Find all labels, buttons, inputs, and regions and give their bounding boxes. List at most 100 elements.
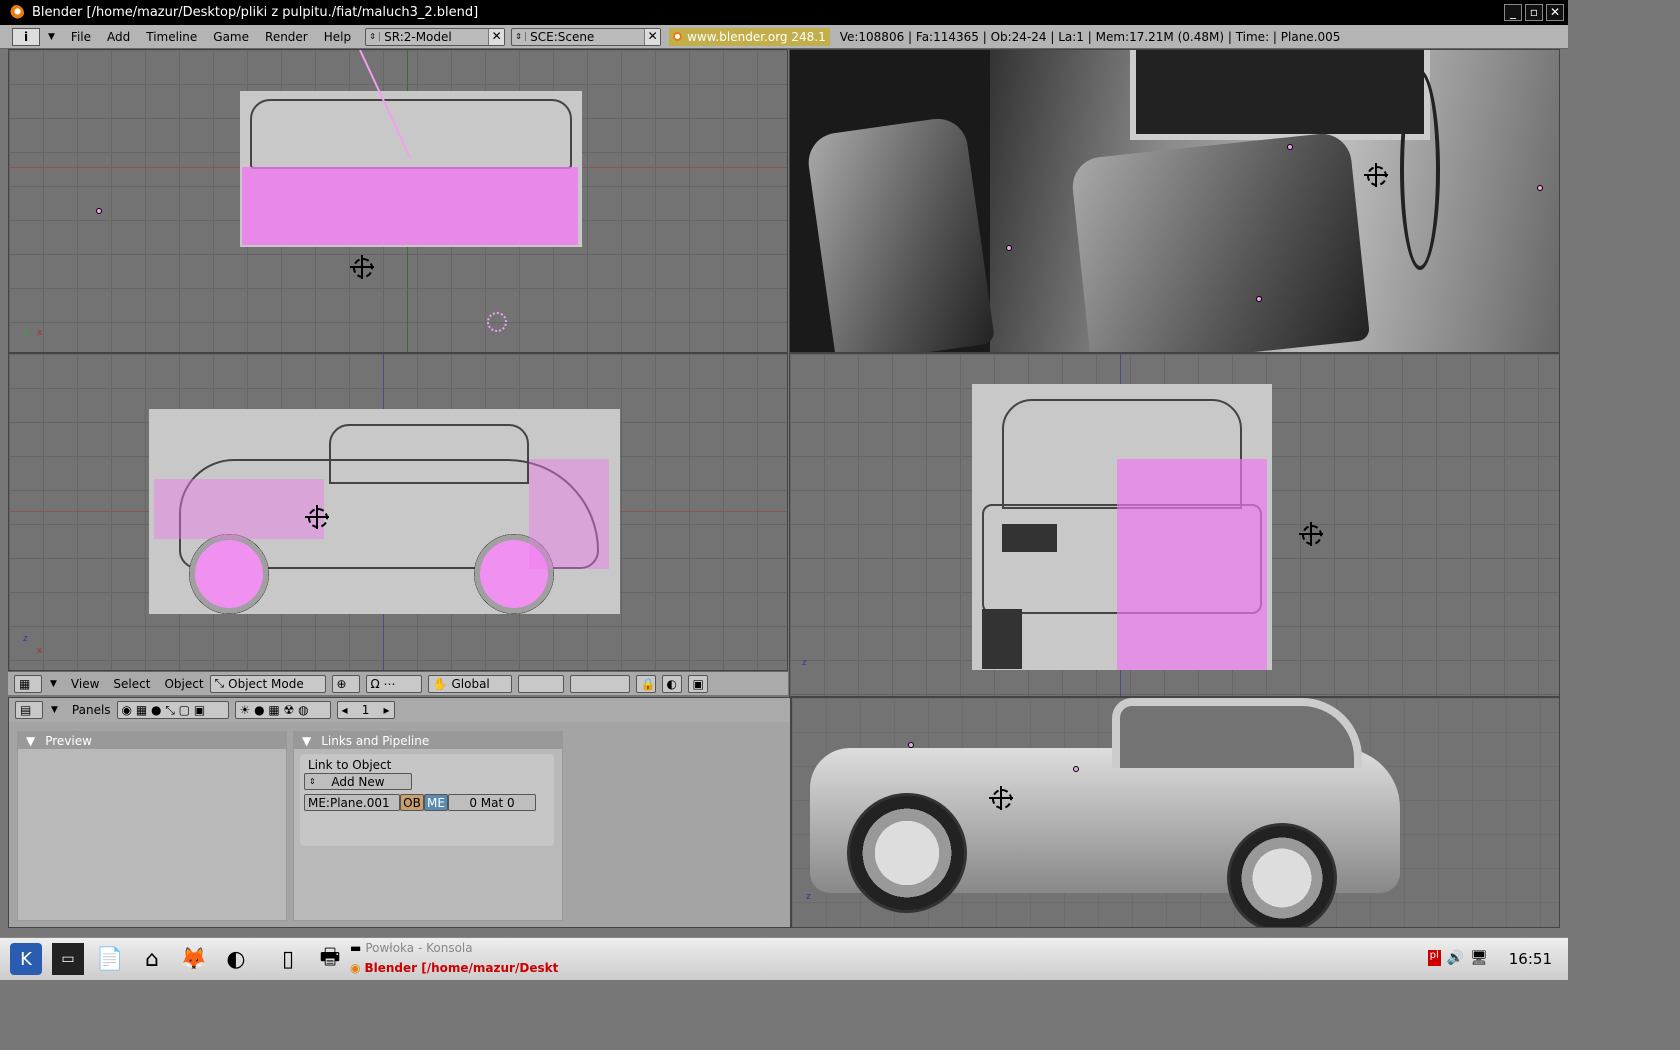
hand-icon: ✋ — [432, 676, 448, 691]
left-arrow-icon[interactable]: ◂ — [342, 703, 348, 717]
car-wheel-front — [847, 793, 967, 913]
preview-title: Preview — [45, 733, 92, 748]
menu-help[interactable]: Help — [324, 30, 351, 44]
menu-view[interactable]: View — [71, 677, 99, 691]
delete-screen-button[interactable]: ✕ — [488, 28, 505, 45]
kde-menu-icon[interactable]: K — [10, 943, 42, 975]
terminal-small-icon: ▬ — [350, 941, 362, 955]
updown-icon: ⇕ — [512, 32, 527, 41]
camera-icon[interactable]: ▣ — [687, 674, 708, 693]
browser-icon[interactable]: ◐ — [220, 943, 252, 975]
frame-field[interactable]: ◂ 1 ▸ — [336, 701, 395, 719]
3d-cursor-icon — [1299, 522, 1323, 546]
car-wheel-rear — [1227, 823, 1337, 927]
right-arrow-icon[interactable]: ▸ — [384, 703, 390, 717]
keyboard-layout-indicator[interactable]: pl — [1427, 950, 1441, 966]
clock: 16:51 — [1508, 950, 1552, 968]
render-icon[interactable]: ◐ — [661, 674, 682, 693]
car-blueprint-front — [972, 384, 1272, 670]
blender-logo-icon — [673, 32, 683, 41]
screen-selector[interactable]: ⇕ SR:2-Model ✕ — [365, 27, 506, 46]
mode-selector[interactable]: ⤡ Object Mode — [209, 674, 326, 693]
panels-menu[interactable]: Panels — [72, 703, 111, 717]
editor-type-button[interactable]: ▦ — [14, 674, 42, 693]
link-to-object-label: Link to Object — [308, 758, 392, 772]
lamp-icon[interactable] — [487, 312, 507, 332]
axis-y-label: y — [23, 328, 29, 338]
collapse-menu-icon[interactable]: ▼ — [48, 32, 55, 42]
add-new-material-button[interactable]: ⇕ Add New — [304, 773, 412, 790]
gimp-icon[interactable]: 🦊 — [178, 943, 210, 975]
pivot-button[interactable]: ⊕ — [331, 674, 360, 693]
3d-cursor-icon — [350, 255, 374, 279]
display-icon[interactable]: 🖥 — [1470, 950, 1488, 966]
car-blueprint-top — [240, 91, 582, 247]
scene-selector[interactable]: ⇕ SCE:Scene ✕ — [511, 27, 662, 46]
task-blender[interactable]: ◉ Blender [/home/mazur/Deskt — [350, 958, 558, 978]
task-konsola[interactable]: ▬ Powłoka - Konsola — [350, 938, 558, 958]
editor-type-button[interactable]: ▤ — [15, 701, 43, 719]
context-buttons[interactable]: ◉ ▦ ● ⤡ ▢ ▣ — [116, 701, 229, 719]
viewport-top-view[interactable]: y x — [8, 49, 788, 353]
terminal-icon[interactable]: ▭ — [52, 943, 84, 975]
screen-name[interactable]: SR:2-Model — [380, 30, 488, 44]
updown-icon: ⇕ — [309, 777, 316, 786]
3d-cursor-icon — [305, 505, 329, 529]
axis-z-label: z — [802, 658, 807, 668]
viewport-camera-interior[interactable] — [789, 49, 1560, 353]
axis-x-label: x — [37, 328, 43, 338]
collapse-menu-icon[interactable]: ▼ — [51, 705, 58, 715]
blender-logo-icon — [8, 4, 24, 21]
window-title: Blender [/home/mazur/Desktop/pliki z pul… — [32, 5, 479, 20]
menu-select[interactable]: Select — [113, 677, 150, 691]
buttons-window: ▤ ▼ Panels ◉ ▦ ● ⤡ ▢ ▣ ☀ ● ▦ ☢ ◍ ◂ 1 ▸ ▼ Pr… — [8, 697, 791, 928]
3d-cursor-icon — [989, 786, 1013, 810]
viewport-front-view[interactable]: z — [789, 353, 1560, 697]
scene-name[interactable]: SCE:Scene — [526, 30, 644, 44]
menu-game[interactable]: Game — [213, 30, 249, 44]
links-pipeline-panel: ▼ Links and Pipeline Link to Object ⇕ Add … — [293, 731, 563, 921]
editor-type-button[interactable]: i — [12, 27, 40, 46]
menu-file[interactable]: File — [71, 30, 91, 44]
me-link-button[interactable]: ME — [424, 794, 448, 811]
network-icon[interactable]: 🔊 — [1447, 950, 1464, 966]
buttons-header: ▤ ▼ Panels ◉ ▦ ● ⤡ ▢ ▣ ☀ ● ▦ ☢ ◍ ◂ 1 ▸ — [9, 698, 790, 722]
object-mode-icon: ⤡ — [214, 676, 225, 690]
layer-buttons-a[interactable] — [517, 674, 564, 693]
printer-icon[interactable]: 🖶 — [314, 943, 346, 975]
orientation-selector[interactable]: ✋ Global — [427, 674, 512, 693]
desktop-pager-icon[interactable]: ▯ — [272, 943, 304, 975]
collapse-menu-icon[interactable]: ▼ — [50, 679, 57, 689]
3d-cursor-icon — [1364, 163, 1388, 187]
viewport-side-view[interactable]: z x — [8, 353, 788, 671]
blender-website-label: www.blender.org 248.1 — [669, 27, 830, 46]
material-index-field[interactable]: 0 Mat 0 — [448, 794, 536, 811]
axis-z-label: z — [806, 892, 811, 902]
window-titlebar: Blender [/home/mazur/Desktop/pliki z pul… — [0, 0, 1568, 25]
files-icon[interactable]: 📄 — [94, 943, 126, 975]
home-icon[interactable]: ⌂ — [136, 943, 168, 975]
info-header: i ▼ File Add Timeline Game Render Help ⇕… — [0, 25, 1568, 49]
manipulator-button[interactable]: Ω ⋯ — [365, 674, 422, 693]
scene-stats: Ve:108806 | Fa:114365 | Ob:24-24 | La:1 … — [839, 29, 1341, 44]
collapse-triangle-icon[interactable]: ▼ — [302, 734, 311, 748]
preview-panel: ▼ Preview — [17, 731, 287, 921]
minimize-button[interactable]: _ — [1504, 4, 1522, 21]
lock-icon[interactable]: 🔒 — [635, 674, 656, 693]
menu-object[interactable]: Object — [164, 677, 203, 691]
ob-link-button[interactable]: OB — [400, 794, 424, 811]
collapse-triangle-icon[interactable]: ▼ — [26, 734, 35, 748]
view3d-header: ▦ ▼ View Select Object ⤡ Object Mode ⊕ Ω … — [8, 671, 788, 695]
menu-timeline[interactable]: Timeline — [146, 30, 197, 44]
viewport-perspective[interactable]: z — [791, 697, 1560, 928]
mesh-name-field[interactable]: ME:Plane.001 — [304, 794, 400, 811]
blender-small-icon: ◉ — [350, 961, 361, 975]
delete-scene-button[interactable]: ✕ — [644, 28, 661, 45]
subcontext-buttons[interactable]: ☀ ● ▦ ☢ ◍ — [234, 701, 331, 719]
maximize-button[interactable]: ▫ — [1525, 4, 1543, 21]
menu-add[interactable]: Add — [107, 30, 130, 44]
layer-buttons-b[interactable] — [569, 674, 630, 693]
kde-taskbar: K ▭ 📄 ⌂ 🦊 ◐ ▯ 🖶 ▬ Powłoka - Konsola ◉ Blen… — [0, 937, 1568, 980]
close-window-button[interactable]: ✕ — [1546, 4, 1564, 21]
menu-render[interactable]: Render — [265, 30, 308, 44]
